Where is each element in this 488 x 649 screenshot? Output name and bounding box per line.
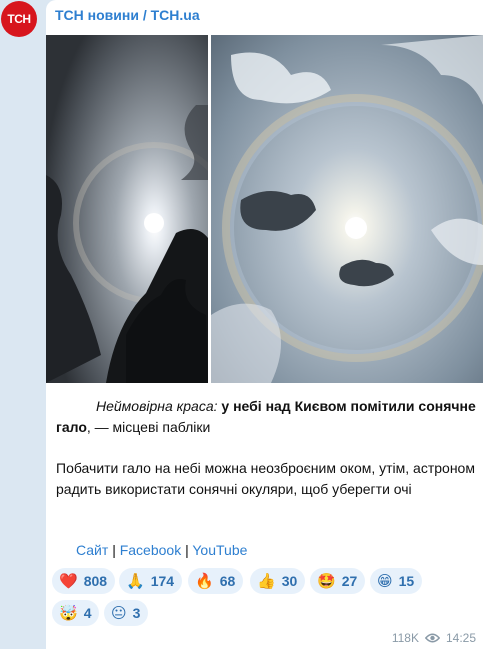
reaction-count: 30 [281, 573, 298, 589]
reaction-count: 68 [219, 573, 236, 589]
post-paragraph: Побачити гало на небі можна неозброєним … [56, 460, 475, 497]
reaction-thumbs-up[interactable]: 👍 30 [250, 568, 306, 594]
reaction-star-struck[interactable]: 🤩 27 [310, 568, 366, 594]
thumbs-up-icon: 👍 [257, 572, 276, 590]
mind-blown-icon: 🤯 [59, 604, 78, 622]
reaction-fire[interactable]: 🔥 68 [188, 568, 244, 594]
view-count: 118K [391, 631, 419, 645]
reaction-count: 3 [132, 605, 141, 621]
pray-icon: 🙏 [126, 572, 145, 590]
reaction-pray[interactable]: 🙏 174 [119, 568, 183, 594]
message-meta: 118K 14:25 [392, 631, 476, 645]
reaction-count: 808 [83, 573, 108, 589]
star-struck-icon: 🤩 [317, 572, 336, 590]
channel-avatar[interactable]: TCH [1, 1, 37, 37]
reaction-mind-blown[interactable]: 🤯 4 [52, 600, 100, 626]
photo-sun-halo-trees[interactable] [46, 35, 208, 383]
caption-rest: , — місцеві пабліки [86, 419, 211, 435]
caption-italic: Неймовірна краса: [96, 398, 218, 414]
channel-name[interactable]: ТСН новини / TCH.ua [55, 7, 200, 23]
fire-icon: 🔥 [195, 572, 214, 590]
photo-sun-halo-clouds[interactable] [211, 35, 483, 383]
reaction-grin[interactable]: 😁 15 [370, 568, 423, 594]
heart-icon: ❤️ [59, 572, 78, 590]
reaction-count: 4 [83, 605, 92, 621]
reaction-count: 27 [341, 573, 358, 589]
eye-icon [424, 633, 440, 643]
reaction-count: 174 [150, 573, 175, 589]
message-bubble: ТСН новини / TCH.ua Неймовірна краса: у … [46, 0, 488, 649]
link-site[interactable]: Сайт [76, 542, 108, 558]
reaction-heart[interactable]: ❤️ 808 [52, 568, 116, 594]
reaction-count: 15 [398, 573, 415, 589]
post-caption: Неймовірна краса: у небі над Києвом помі… [56, 396, 476, 438]
photo-album [46, 35, 483, 383]
link-separator: | [185, 542, 189, 558]
grin-icon: 😁 [377, 572, 393, 590]
link-youtube[interactable]: YouTube [192, 542, 247, 558]
link-separator: | [112, 542, 116, 558]
link-facebook[interactable]: Facebook [120, 542, 181, 558]
post-links: Сайт | Facebook | YouTube [76, 542, 247, 558]
neutral-face-icon: 😐 [111, 604, 127, 622]
reaction-neutral[interactable]: 😐 3 [104, 600, 149, 626]
post-time: 14:25 [445, 631, 476, 645]
